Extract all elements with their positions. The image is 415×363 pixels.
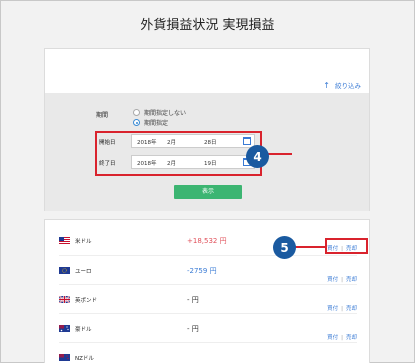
radio-dot bbox=[133, 109, 140, 116]
row-actions: 買付 | 売却 bbox=[327, 275, 357, 283]
us-flag-icon bbox=[59, 237, 70, 244]
callout-badge-5: 5 bbox=[273, 236, 296, 259]
eu-flag-icon bbox=[59, 267, 70, 274]
highlight-box-dates bbox=[95, 131, 262, 176]
up-arrow-icon: ↑ bbox=[323, 81, 330, 90]
uk-flag-icon bbox=[59, 296, 70, 303]
row-actions: 買付 | 売却 bbox=[327, 304, 357, 312]
currency-name: ユーロ bbox=[75, 269, 92, 275]
sell-link[interactable]: 売却 bbox=[346, 335, 357, 341]
radio-dot-selected bbox=[133, 119, 140, 126]
row-actions: 買付 | 売却 bbox=[327, 333, 357, 341]
radio-label: 期間指定 bbox=[144, 120, 169, 127]
currency-name: 英ポンド bbox=[75, 298, 98, 304]
buy-link[interactable]: 買付 bbox=[327, 277, 338, 283]
period-label: 期間 bbox=[96, 112, 109, 119]
profit-amount: - 円 bbox=[187, 325, 199, 333]
list-item: 豪ドル - 円 買付 | 売却 bbox=[59, 313, 357, 342]
filter-panel: 期間 期間指定しない 期間指定 開始日 2018年 2月 28日 終了日 201… bbox=[45, 93, 369, 211]
separator: | bbox=[341, 306, 343, 312]
list-item: ユーロ -2759 円 買付 | 売却 bbox=[59, 255, 357, 284]
currency-name: 米ドル bbox=[75, 239, 92, 245]
profit-amount: -2759 円 bbox=[187, 267, 217, 275]
currency-list: 米ドル +18,532 円 買付 | 売却 ユーロ -2759 円 買付 | 売却 英ポ… bbox=[44, 219, 370, 363]
buy-link[interactable]: 買付 bbox=[327, 335, 338, 341]
list-item: 米ドル +18,532 円 買付 | 売却 bbox=[59, 226, 357, 255]
list-item: NZドル bbox=[59, 342, 357, 363]
callout-connector bbox=[295, 246, 325, 248]
buy-link[interactable]: 買付 bbox=[327, 306, 338, 312]
highlight-box-actions bbox=[325, 238, 368, 254]
radio-period[interactable]: 期間指定 bbox=[133, 118, 168, 127]
sell-link[interactable]: 売却 bbox=[346, 306, 357, 312]
filter-card: ↑ 絞り込み 期間 期間指定しない 期間指定 開始日 2018年 2月 28日 … bbox=[44, 48, 370, 211]
separator: | bbox=[341, 277, 343, 283]
separator: | bbox=[341, 335, 343, 341]
page-title: 外貨損益状況 実現損益 bbox=[140, 18, 275, 33]
currency-name: 豪ドル bbox=[75, 327, 92, 333]
show-button[interactable]: 表示 bbox=[174, 185, 242, 199]
nz-flag-icon bbox=[59, 354, 70, 361]
filter-toggle[interactable]: ↑ 絞り込み bbox=[323, 80, 361, 90]
currency-name: NZドル bbox=[75, 356, 94, 362]
filter-toggle-label: 絞り込み bbox=[335, 82, 361, 90]
list-item: 英ポンド - 円 買付 | 売却 bbox=[59, 284, 357, 313]
profit-amount: +18,532 円 bbox=[187, 237, 227, 245]
callout-badge-4: 4 bbox=[246, 145, 269, 168]
radio-no-period[interactable]: 期間指定しない bbox=[133, 108, 186, 117]
au-flag-icon bbox=[59, 325, 70, 332]
profit-amount: - 円 bbox=[187, 296, 199, 304]
radio-label: 期間指定しない bbox=[144, 110, 187, 117]
sell-link[interactable]: 売却 bbox=[346, 277, 357, 283]
